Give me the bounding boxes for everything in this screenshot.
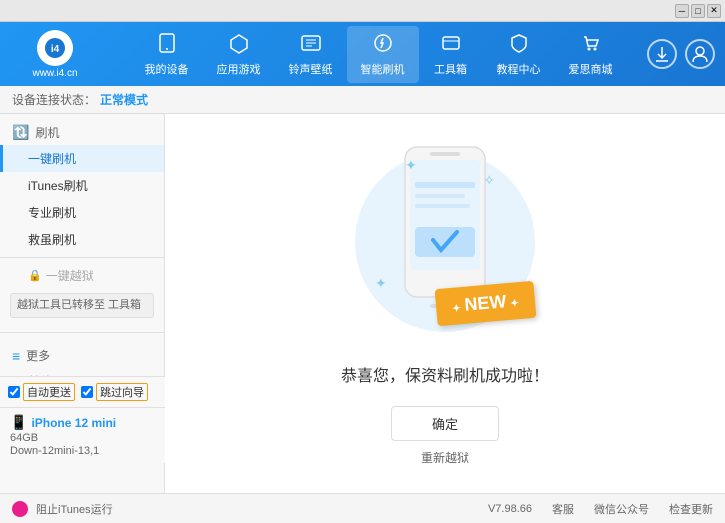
bottom-right: V7.98.66 客服 微信公众号 检查更新 bbox=[488, 501, 713, 517]
sidebar-divider-1 bbox=[0, 257, 164, 258]
itunes-label: 阻止iTunes运行 bbox=[36, 501, 113, 517]
sidebar-item-rescue[interactable]: 救虽刷机 bbox=[0, 226, 164, 253]
header: i4 www.i4.cn 我的设备 应用游戏 bbox=[0, 22, 725, 86]
more-group-icon: ≡ bbox=[12, 348, 20, 364]
update-link[interactable]: 检查更新 bbox=[669, 501, 713, 517]
sidebar-section-flash: 🔃 刷机 一键刷机 iTunes刷机 专业刷机 救虽刷机 🔒 bbox=[0, 114, 164, 328]
new-badge: NEW bbox=[435, 280, 537, 325]
window-controls: ─ □ ✕ bbox=[675, 4, 721, 18]
download-icon[interactable] bbox=[647, 39, 677, 69]
minimize-button[interactable]: ─ bbox=[675, 4, 689, 18]
sparkle-3: ✦ bbox=[375, 275, 387, 292]
itunes-label: iTunes刷机 bbox=[28, 179, 88, 193]
version-text: V7.98.66 bbox=[488, 503, 532, 515]
device-checkboxes: 自动更送 跳过向导 bbox=[0, 377, 165, 408]
status-label: 设备连接状态： bbox=[12, 91, 96, 108]
phone-illustration: ✦ ✧ ✦ bbox=[345, 142, 545, 342]
sidebar-locked-jailbreak: 🔒 一键越狱 bbox=[0, 262, 164, 289]
shop-icon bbox=[580, 32, 602, 59]
sidebar-divider-2 bbox=[0, 332, 164, 333]
logo-icon: i4 bbox=[37, 30, 73, 66]
device-name-text: iPhone 12 mini bbox=[31, 416, 116, 430]
bottom-left: 阻止iTunes运行 bbox=[12, 501, 113, 517]
sidebar-item-onekey[interactable]: 一键刷机 bbox=[0, 145, 164, 172]
checkbox-skip[interactable]: 跳过向导 bbox=[81, 383, 148, 401]
locked-label: 一键越狱 bbox=[46, 267, 94, 284]
onekey-label: 一键刷机 bbox=[28, 152, 76, 166]
rescue-label: 救虽刷机 bbox=[28, 233, 76, 247]
tutorials-icon bbox=[508, 32, 530, 59]
nav-item-tools[interactable]: 工具箱 bbox=[419, 26, 483, 83]
content-area: ✦ ✧ ✦ bbox=[165, 114, 725, 493]
device-storage: 64GB bbox=[10, 432, 155, 444]
nav-item-flash[interactable]: 智能刷机 bbox=[347, 26, 419, 83]
svg-text:i4: i4 bbox=[51, 44, 60, 55]
maximize-button[interactable]: □ bbox=[691, 4, 705, 18]
auto-checkbox[interactable] bbox=[8, 386, 20, 398]
tools-icon bbox=[440, 32, 462, 59]
skip-label: 跳过向导 bbox=[96, 383, 148, 401]
auto-label: 自动更送 bbox=[23, 383, 75, 401]
title-bar: ─ □ ✕ bbox=[0, 0, 725, 22]
bottom-bar: 阻止iTunes运行 V7.98.66 客服 微信公众号 检查更新 bbox=[0, 493, 725, 523]
device-phone-icon: 📱 bbox=[10, 414, 27, 431]
sidebar-item-itunes[interactable]: iTunes刷机 bbox=[0, 172, 164, 199]
devices-icon bbox=[156, 32, 178, 59]
nav-items: 我的设备 应用游戏 铃声壁纸 bbox=[110, 26, 647, 83]
nav-label-ringtones: 铃声壁纸 bbox=[289, 61, 333, 77]
apps-icon bbox=[228, 32, 250, 59]
rejailbreak-link[interactable]: 重新越狱 bbox=[421, 449, 469, 466]
wechat-link[interactable]: 微信公众号 bbox=[594, 501, 649, 517]
nav-item-ringtones[interactable]: 铃声壁纸 bbox=[275, 26, 347, 83]
device-version: Down-12mini-13,1 bbox=[10, 445, 155, 457]
skip-checkbox[interactable] bbox=[81, 386, 93, 398]
sidebar-item-pro[interactable]: 专业刷机 bbox=[0, 199, 164, 226]
itunes-icon bbox=[12, 501, 28, 517]
device-info: 📱 iPhone 12 mini 64GB Down-12mini-13,1 bbox=[0, 408, 165, 463]
support-link[interactable]: 客服 bbox=[552, 501, 574, 517]
nav-label-devices: 我的设备 bbox=[145, 61, 189, 77]
nav-label-tools: 工具箱 bbox=[434, 61, 467, 77]
sparkle-2: ✧ bbox=[483, 172, 495, 189]
sidebar-info-box: 越狱工具已转移至 工具箱 bbox=[10, 293, 154, 318]
more-group-label: 更多 bbox=[26, 347, 50, 364]
nav-item-devices[interactable]: 我的设备 bbox=[131, 26, 203, 83]
logo-area: i4 www.i4.cn bbox=[10, 30, 100, 79]
device-area: 自动更送 跳过向导 📱 iPhone 12 mini 64GB Down-12m… bbox=[0, 376, 165, 463]
nav-label-apps: 应用游戏 bbox=[217, 61, 261, 77]
flash-group-icon: 🔃 bbox=[12, 124, 29, 141]
flash-group-label: 刷机 bbox=[35, 124, 59, 141]
lock-icon: 🔒 bbox=[28, 269, 42, 282]
status-value: 正常模式 bbox=[100, 91, 148, 108]
logo-subtitle: www.i4.cn bbox=[32, 68, 77, 79]
sidebar-group-more[interactable]: ≡ 更多 bbox=[0, 343, 164, 368]
confirm-button[interactable]: 确定 bbox=[391, 406, 499, 441]
nav-label-flash: 智能刷机 bbox=[361, 61, 405, 77]
nav-item-shop[interactable]: 爱思商城 bbox=[555, 26, 627, 83]
nav-right-area bbox=[647, 39, 715, 69]
sparkle-1: ✦ bbox=[405, 157, 417, 174]
nav-item-tutorials[interactable]: 教程中心 bbox=[483, 26, 555, 83]
checkbox-auto[interactable]: 自动更送 bbox=[8, 383, 75, 401]
ringtones-icon bbox=[300, 32, 322, 59]
sidebar-group-flash[interactable]: 🔃 刷机 bbox=[0, 120, 164, 145]
nav-label-tutorials: 教程中心 bbox=[497, 61, 541, 77]
nav-item-apps[interactable]: 应用游戏 bbox=[203, 26, 275, 83]
user-icon[interactable] bbox=[685, 39, 715, 69]
close-button[interactable]: ✕ bbox=[707, 4, 721, 18]
nav-label-shop: 爱思商城 bbox=[569, 61, 613, 77]
status-bar: 设备连接状态： 正常模式 bbox=[0, 86, 725, 114]
info-box-text: 越狱工具已转移至 工具箱 bbox=[17, 299, 141, 311]
flash-icon bbox=[372, 32, 394, 59]
device-name: 📱 iPhone 12 mini bbox=[10, 414, 155, 431]
success-text: 恭喜您，保资料刷机成功啦！ bbox=[341, 362, 549, 386]
pro-label: 专业刷机 bbox=[28, 206, 76, 220]
